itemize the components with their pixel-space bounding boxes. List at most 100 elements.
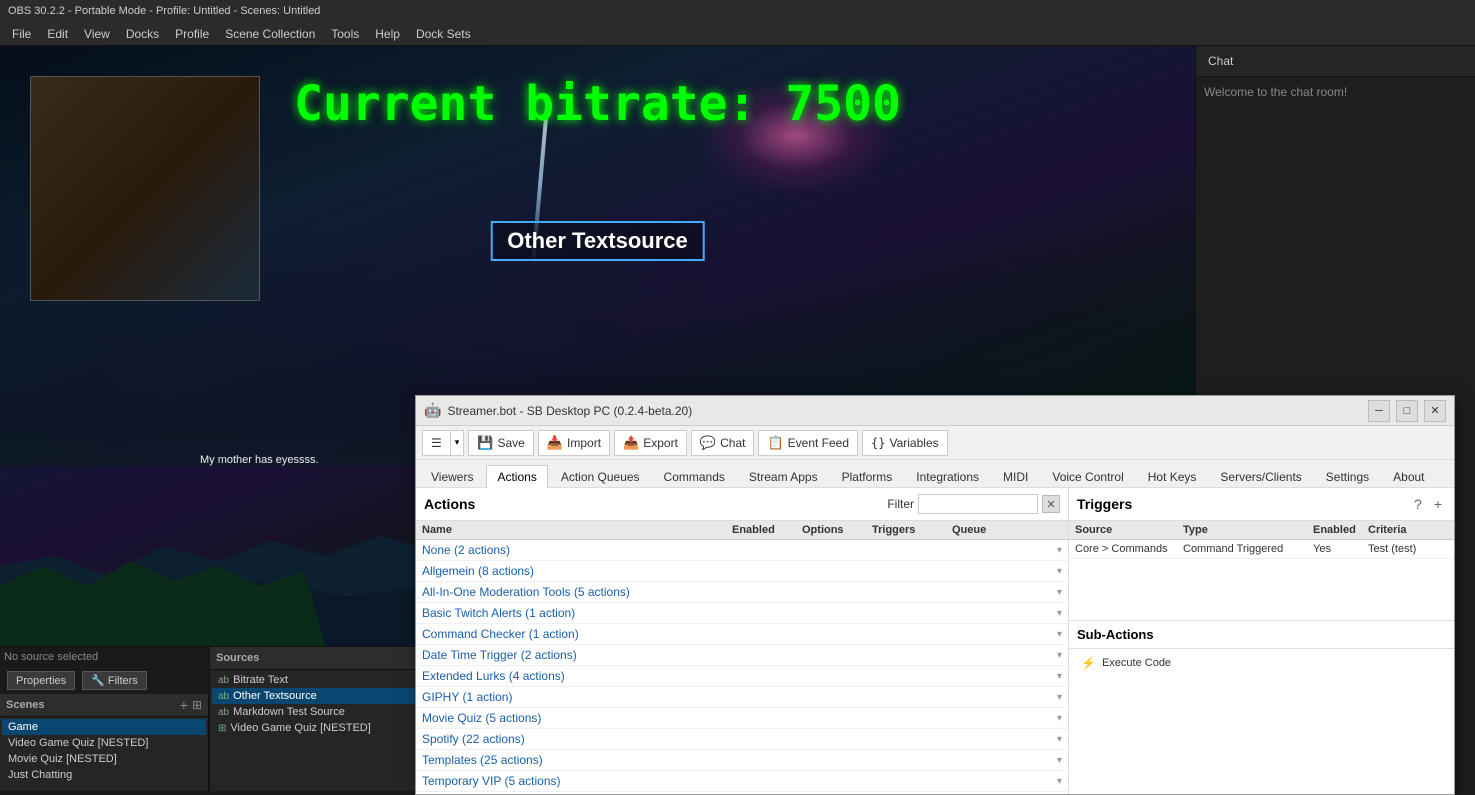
scenes-add-icon[interactable]: + (180, 697, 188, 713)
toolbar-menu-arrow[interactable]: ▾ (450, 430, 465, 456)
expand-arrow: ▾ (1057, 671, 1062, 682)
hamburger-icon: ☰ (431, 436, 442, 450)
menu-file[interactable]: File (4, 25, 39, 43)
scene-item-game[interactable]: Game (2, 719, 206, 735)
triggers-pane: Triggers ? + Source Type Enabled Criteri… (1069, 488, 1454, 794)
scene-item-movie-quiz[interactable]: Movie Quiz [NESTED] (2, 751, 206, 767)
triggers-help-button[interactable]: ? (1410, 494, 1426, 514)
tab-midi[interactable]: MIDI (992, 465, 1039, 488)
expand-arrow: ▾ (1057, 566, 1062, 577)
source-status-area: No source selected Properties 🔧 Filters … (0, 647, 210, 791)
tab-voice-control[interactable]: Voice Control (1041, 465, 1134, 488)
trigger-row-0[interactable]: Core > Commands Command Triggered Yes Te… (1069, 540, 1454, 559)
col-queue: Queue (952, 524, 1032, 536)
sb-window-title: Streamer.bot - SB Desktop PC (0.2.4-beta… (447, 404, 692, 418)
variables-icon: {} (871, 436, 885, 450)
expand-arrow: ▾ (1057, 692, 1062, 703)
sb-title-area: 🤖 Streamer.bot - SB Desktop PC (0.2.4-be… (424, 402, 1368, 419)
actions-pane: Actions Filter ✕ Name Enabled Options Tr… (416, 488, 1069, 794)
action-group-moderation[interactable]: All-In-One Moderation Tools (5 actions) … (416, 582, 1068, 603)
scenes-options-icon[interactable]: ⊞ (192, 698, 202, 712)
triggers-list: Core > Commands Command Triggered Yes Te… (1069, 540, 1454, 620)
action-group-command-checker[interactable]: Command Checker (1 action) ▾ (416, 624, 1068, 645)
scene-item-just-chatting[interactable]: Just Chatting (2, 767, 206, 783)
chat-header: Chat (1196, 46, 1475, 77)
filter-input[interactable] (918, 494, 1038, 514)
webcam-source (30, 76, 260, 301)
action-group-twitch-alerts[interactable]: Basic Twitch Alerts (1 action) ▾ (416, 603, 1068, 624)
expand-arrow: ▾ (1057, 587, 1062, 598)
tab-commands[interactable]: Commands (653, 465, 736, 488)
action-group-movie-quiz[interactable]: Movie Quiz (5 actions) ▾ (416, 708, 1068, 729)
menu-help[interactable]: Help (367, 25, 408, 43)
actions-table-header: Name Enabled Options Triggers Queue (416, 521, 1068, 540)
tab-action-queues[interactable]: Action Queues (550, 465, 651, 488)
scenes-panel: Scenes + ⊞ Game Video Game Quiz [NESTED]… (0, 694, 209, 791)
toolbar-menu-btn[interactable]: ☰ (422, 430, 450, 456)
subactions-title: Sub-Actions (1077, 627, 1446, 642)
action-group-allgemein[interactable]: Allgemein (8 actions) ▾ (416, 561, 1068, 582)
tab-platforms[interactable]: Platforms (831, 465, 904, 488)
action-group-templates[interactable]: Templates (25 actions) ▾ (416, 750, 1068, 771)
menu-scene-collection[interactable]: Scene Collection (217, 25, 323, 43)
other-textsource[interactable]: Other Textsource (490, 221, 705, 261)
no-source-text: No source selected (0, 647, 209, 667)
menu-dock-sets[interactable]: Dock Sets (408, 25, 479, 43)
expand-arrow: ▾ (1057, 629, 1062, 640)
menu-edit[interactable]: Edit (39, 25, 76, 43)
properties-button[interactable]: Properties (7, 671, 75, 690)
action-group-giphy[interactable]: GIPHY (1 action) ▾ (416, 687, 1068, 708)
filters-button[interactable]: 🔧 Filters (82, 671, 147, 690)
triggers-header: Triggers ? + (1069, 488, 1454, 521)
tab-settings[interactable]: Settings (1315, 465, 1380, 488)
tab-about[interactable]: About (1382, 465, 1435, 488)
expand-arrow: ▾ (1057, 608, 1062, 619)
maximize-button[interactable]: □ (1396, 400, 1418, 422)
event-feed-icon: 📋 (767, 435, 783, 451)
scene-item-video-quiz[interactable]: Video Game Quiz [NESTED] (2, 735, 206, 751)
tab-servers-clients[interactable]: Servers/Clients (1209, 465, 1312, 488)
col-triggers: Triggers (872, 524, 952, 536)
tab-viewers[interactable]: Viewers (420, 465, 484, 488)
save-button[interactable]: 💾 Save (468, 430, 534, 456)
streamerbot-window: 🤖 Streamer.bot - SB Desktop PC (0.2.4-be… (415, 395, 1455, 795)
variables-button[interactable]: {} Variables (862, 430, 948, 456)
menu-view[interactable]: View (76, 25, 118, 43)
subactions-list: ⚡ Execute Code (1069, 649, 1454, 794)
sb-body: Actions Filter ✕ Name Enabled Options Tr… (416, 488, 1454, 794)
filter-clear-button[interactable]: ✕ (1042, 495, 1060, 513)
webcam-content (31, 77, 259, 300)
action-group-spotify[interactable]: Spotify (22 actions) ▾ (416, 729, 1068, 750)
triggers-table-header: Source Type Enabled Criteria (1069, 521, 1454, 540)
action-group-lurks[interactable]: Extended Lurks (4 actions) ▾ (416, 666, 1068, 687)
tab-integrations[interactable]: Integrations (905, 465, 990, 488)
export-icon: 📤 (623, 435, 639, 451)
tab-actions[interactable]: Actions (486, 465, 547, 488)
sb-window-controls: ─ □ ✕ (1368, 400, 1446, 422)
event-feed-button[interactable]: 📋 Event Feed (758, 430, 858, 456)
menu-tools[interactable]: Tools (323, 25, 367, 43)
source-action-buttons: Properties 🔧 Filters (0, 667, 209, 694)
sb-toolbar: ☰ ▾ 💾 Save 📥 Import 📤 Export 💬 Chat 📋 Ev… (416, 426, 1454, 460)
tab-hot-keys[interactable]: Hot Keys (1137, 465, 1208, 488)
menu-docks[interactable]: Docks (118, 25, 167, 43)
filter-icon: 🔧 (91, 674, 105, 687)
chat-button[interactable]: 💬 Chat (691, 430, 755, 456)
import-button[interactable]: 📥 Import (538, 430, 610, 456)
action-group-temp-vip[interactable]: Temporary VIP (5 actions) ▾ (416, 771, 1068, 792)
triggers-add-button[interactable]: + (1430, 494, 1446, 514)
export-button[interactable]: 📤 Export (614, 430, 687, 456)
trigger-col-source: Source (1075, 524, 1183, 536)
minimize-button[interactable]: ─ (1368, 400, 1390, 422)
action-group-datetime[interactable]: Date Time Trigger (2 actions) ▾ (416, 645, 1068, 666)
action-group-none[interactable]: None (2 actions) ▾ (416, 540, 1068, 561)
close-button[interactable]: ✕ (1424, 400, 1446, 422)
triggers-title: Triggers (1077, 496, 1410, 512)
filter-label: Filter (887, 497, 914, 511)
expand-arrow: ▾ (1057, 755, 1062, 766)
menu-profile[interactable]: Profile (167, 25, 217, 43)
tab-stream-apps[interactable]: Stream Apps (738, 465, 829, 488)
col-extra (1032, 524, 1062, 536)
expand-arrow: ▾ (1057, 734, 1062, 745)
subaction-item-0[interactable]: ⚡ Execute Code (1075, 653, 1448, 673)
